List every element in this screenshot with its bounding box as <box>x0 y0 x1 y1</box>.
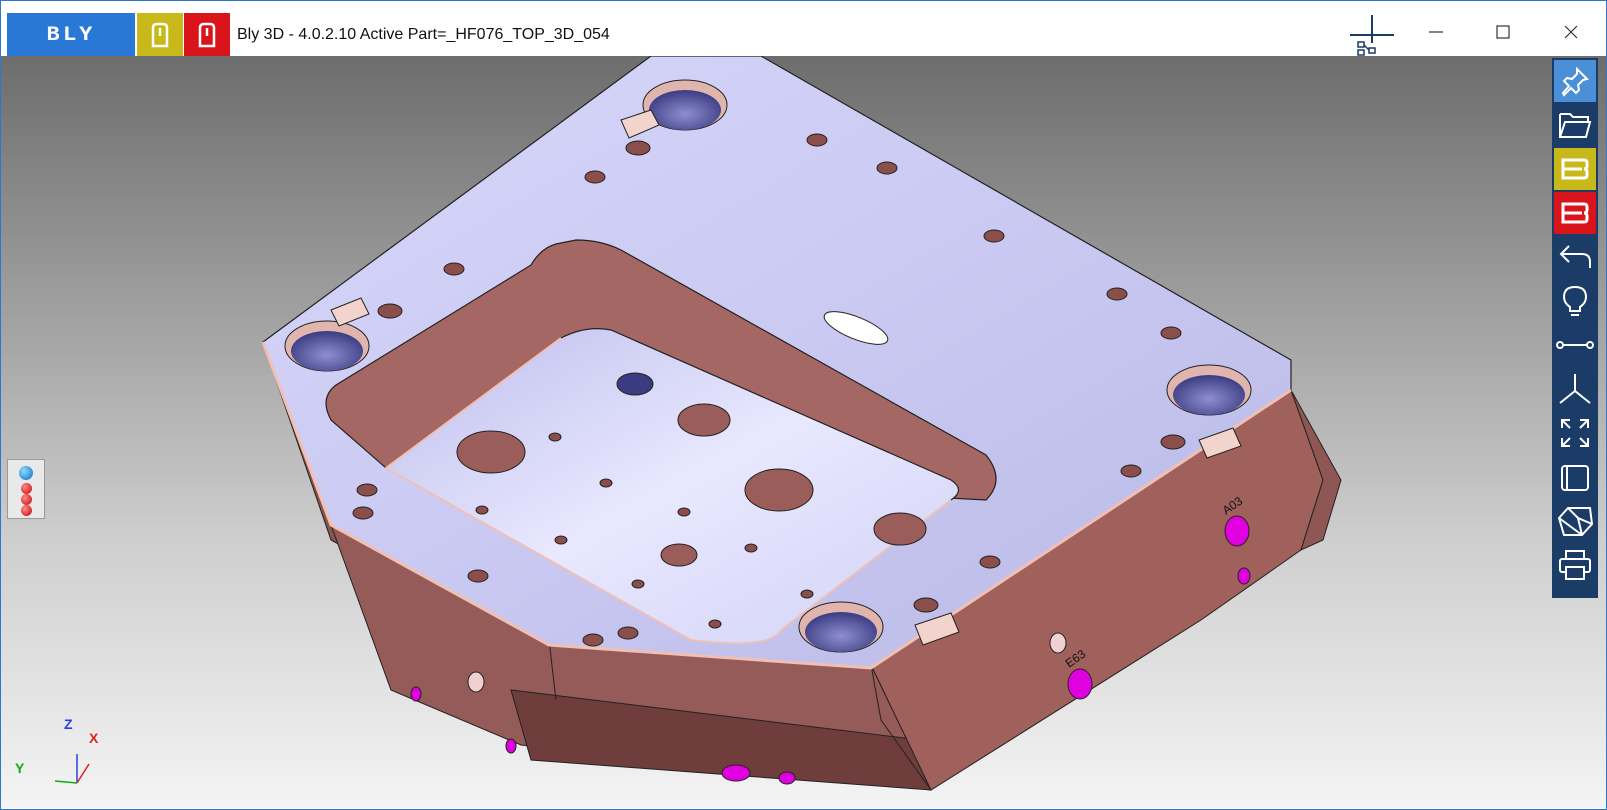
lightbulb-icon <box>1562 285 1588 316</box>
measure-distance-icon <box>1556 341 1594 349</box>
red-mode-button[interactable] <box>184 13 230 56</box>
window-view-button[interactable] <box>1554 456 1596 498</box>
yellow-mode-button[interactable] <box>137 13 183 56</box>
bracket-icon <box>151 22 169 47</box>
maximize-icon <box>1496 25 1510 39</box>
bracket-icon <box>198 22 216 47</box>
b-logo-icon <box>1561 158 1589 180</box>
shaded-solid-icon <box>1557 507 1594 536</box>
bly-yellow-button[interactable] <box>1554 148 1596 190</box>
pin-button[interactable] <box>1554 60 1596 102</box>
measure-button[interactable] <box>1554 324 1596 366</box>
title-bar: BLY Bly 3D - 4.0.2.10 Active Part=_HF076… <box>1 1 1606 56</box>
blue-ball-icon <box>19 466 33 480</box>
undo-arrow-icon <box>1559 245 1591 268</box>
maximize-button[interactable] <box>1478 15 1528 49</box>
fit-view-button[interactable] <box>1554 412 1596 454</box>
print-button[interactable] <box>1554 544 1596 586</box>
pin-icon <box>1561 66 1589 97</box>
logo-text: BLY <box>46 23 96 46</box>
minimize-icon <box>1429 31 1443 33</box>
network-icon[interactable] <box>1350 15 1398 57</box>
print-icon <box>1559 550 1591 580</box>
3d-viewport[interactable]: A03 E63 Z X Y <box>1 56 1606 808</box>
bly-logo[interactable]: BLY <box>7 13 135 56</box>
axis-triad-icon <box>1559 374 1591 404</box>
axis-y-label: Y <box>15 760 25 776</box>
axis-x-label: X <box>89 730 99 746</box>
window-title: Bly 3D - 4.0.2.10 Active Part=_HF076_TOP… <box>237 26 610 43</box>
folder-open-icon <box>1559 113 1592 138</box>
right-toolbar <box>1552 58 1598 598</box>
bly-red-button[interactable] <box>1554 192 1596 234</box>
close-icon <box>1564 25 1578 39</box>
axis-z-label: Z <box>64 716 73 732</box>
axis-view-button[interactable] <box>1554 368 1596 410</box>
close-button[interactable] <box>1546 15 1596 49</box>
undo-button[interactable] <box>1554 236 1596 278</box>
red-ball-icon <box>21 505 32 516</box>
fit-view-icon <box>1561 419 1589 447</box>
shaded-view-button[interactable] <box>1554 500 1596 542</box>
window-view-icon <box>1561 465 1589 491</box>
b-logo-icon <box>1561 202 1589 224</box>
red-ball-icon <box>21 494 32 505</box>
open-folder-button[interactable] <box>1554 104 1596 146</box>
red-ball-icon <box>21 483 32 494</box>
light-button[interactable] <box>1554 280 1596 322</box>
display-mode-widget[interactable] <box>7 459 45 519</box>
part-model[interactable]: A03 E63 <box>1 56 1606 808</box>
minimize-button[interactable] <box>1411 15 1461 49</box>
